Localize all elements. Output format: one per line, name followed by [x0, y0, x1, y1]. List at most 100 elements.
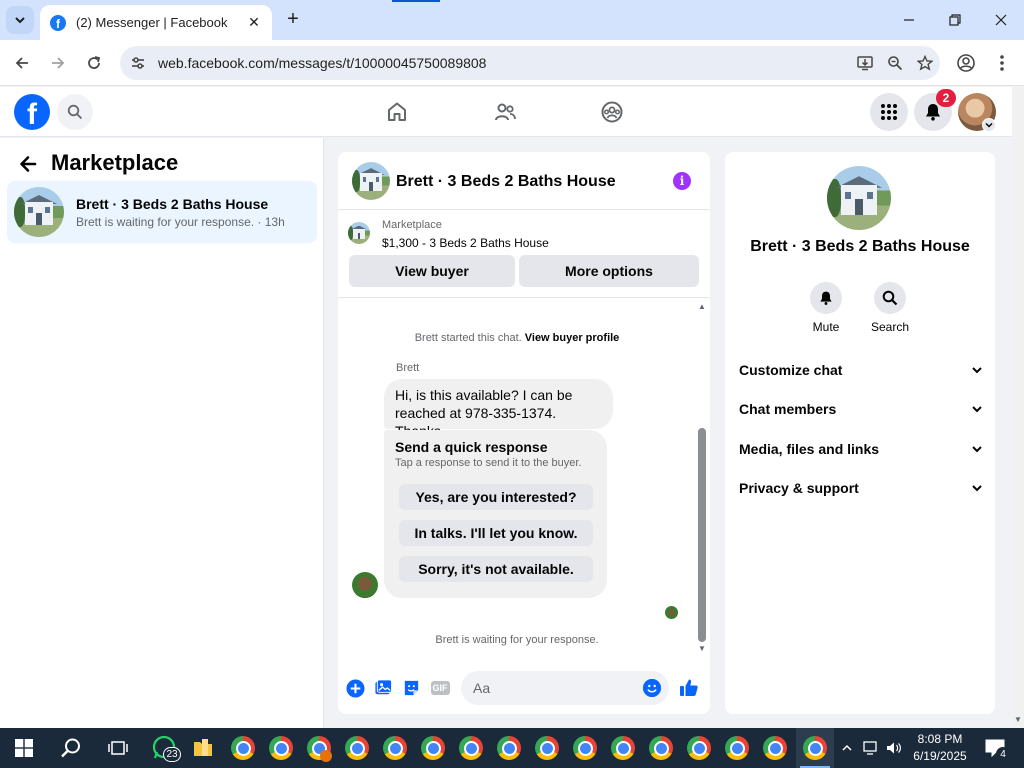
nav-friends-button[interactable]: [490, 97, 520, 127]
taskbar-chrome[interactable]: [490, 728, 528, 768]
quick-response-button[interactable]: In talks. I'll let you know.: [399, 520, 593, 546]
chat-scrollbar[interactable]: ▲ ▼: [696, 298, 708, 654]
quick-response-button[interactable]: Sorry, it's not available.: [399, 556, 593, 582]
nav-groups-button[interactable]: [597, 97, 627, 127]
url-text[interactable]: web.facebook.com/messages/t/100000457500…: [158, 55, 850, 71]
more-options-button[interactable]: More options: [519, 255, 699, 287]
new-tab-button[interactable]: +: [282, 8, 304, 30]
minimize-button[interactable]: [886, 0, 932, 40]
conversation-item[interactable]: Brett · 3 Beds 2 Baths House Brett is wa…: [7, 181, 317, 243]
taskbar-chrome[interactable]: [338, 728, 376, 768]
more-actions-button[interactable]: [345, 678, 365, 698]
network-button[interactable]: [862, 728, 880, 768]
listing-price-title[interactable]: $1,300 - 3 Beds 2 Baths House: [382, 236, 549, 250]
tab-title: (2) Messenger | Facebook: [76, 15, 228, 30]
message-input[interactable]: Aa: [461, 671, 669, 705]
message-thread: Brett started this chat. View buyer prof…: [338, 298, 710, 654]
nav-home-button[interactable]: [382, 97, 412, 127]
taskbar-chrome[interactable]: [300, 728, 338, 768]
attach-photo-button[interactable]: [373, 678, 393, 698]
scroll-thumb[interactable]: [698, 428, 706, 642]
listing-summary: Marketplace $1,300 - 3 Beds 2 Baths Hous…: [338, 210, 710, 298]
back-button[interactable]: [10, 51, 34, 75]
taskbar-search-button[interactable]: [52, 728, 90, 768]
taskbar-chrome[interactable]: [566, 728, 604, 768]
show-hidden-icons-button[interactable]: [838, 728, 856, 768]
sender-avatar[interactable]: [352, 572, 378, 598]
action-center-button[interactable]: 4: [982, 728, 1010, 768]
taskbar-chrome[interactable]: [680, 728, 718, 768]
home-icon: [388, 102, 406, 121]
browser-menu-button[interactable]: [987, 48, 1017, 78]
menu-grid-button[interactable]: [870, 93, 908, 131]
groups-icon: [601, 101, 623, 123]
sticker-button[interactable]: [401, 678, 421, 698]
privacy-support-section[interactable]: Privacy & support: [739, 476, 983, 500]
customize-chat-section[interactable]: Customize chat: [739, 358, 983, 382]
zoom-icon[interactable]: [880, 48, 910, 78]
taskbar-chrome[interactable]: [528, 728, 566, 768]
search-icon: [67, 104, 83, 120]
taskbar-whatsapp[interactable]: 23: [146, 728, 184, 768]
facebook-logo-icon[interactable]: f: [14, 94, 50, 130]
search-in-chat-button[interactable]: Search: [860, 282, 920, 334]
info-icon[interactable]: i: [673, 172, 691, 190]
chat-listing-thumbnail[interactable]: [352, 162, 390, 200]
address-bar[interactable]: web.facebook.com/messages/t/100000457500…: [120, 46, 940, 80]
tab-search-button[interactable]: [6, 6, 34, 34]
chat-started-notice: Brett started this chat. View buyer prof…: [338, 332, 696, 344]
chevron-down-icon: [972, 406, 982, 413]
clock-time: 8:08 PM: [917, 732, 963, 746]
emoji-icon[interactable]: [643, 679, 661, 697]
bookmark-star-icon[interactable]: [910, 48, 940, 78]
chat-members-section[interactable]: Chat members: [739, 397, 983, 421]
task-view-button[interactable]: [99, 728, 137, 768]
forward-button[interactable]: [46, 51, 70, 75]
scroll-up-arrow[interactable]: ▲: [696, 300, 708, 312]
taskbar-chrome[interactable]: [718, 728, 756, 768]
close-window-button[interactable]: [978, 0, 1024, 40]
reload-button[interactable]: [82, 51, 106, 75]
chrome-icon: [611, 736, 635, 760]
taskbar-chrome[interactable]: [756, 728, 794, 768]
taskbar-chrome[interactable]: [262, 728, 300, 768]
profile-button[interactable]: [951, 48, 981, 78]
grid-menu-icon: [881, 104, 897, 120]
taskbar-chrome[interactable]: [604, 728, 642, 768]
maximize-button[interactable]: [932, 0, 978, 40]
taskbar-chrome[interactable]: [452, 728, 490, 768]
account-menu-button[interactable]: [982, 118, 996, 132]
quick-response-title: Send a quick response: [395, 439, 548, 455]
taskbar-chrome[interactable]: [414, 728, 452, 768]
search-icon: [874, 282, 906, 314]
media-files-section[interactable]: Media, files and links: [739, 437, 983, 461]
taskbar-chrome[interactable]: [224, 728, 262, 768]
site-info-icon[interactable]: [130, 55, 146, 71]
taskbar-chrome-active[interactable]: [796, 728, 834, 768]
tab-close-icon[interactable]: ✕: [246, 14, 262, 31]
facebook-search-button[interactable]: [57, 94, 93, 130]
taskbar-chrome[interactable]: [642, 728, 680, 768]
view-buyer-button[interactable]: View buyer: [349, 255, 515, 287]
gif-button[interactable]: GIF: [429, 678, 451, 698]
send-like-button[interactable]: [679, 678, 699, 698]
chevron-down-icon: [972, 485, 982, 492]
start-button[interactable]: [5, 728, 43, 768]
taskbar-chrome[interactable]: [376, 728, 414, 768]
chat-title[interactable]: Brett · 3 Beds 2 Baths House: [396, 173, 616, 191]
volume-button[interactable]: [885, 728, 903, 768]
page-scroll-down-arrow[interactable]: ▼: [1012, 712, 1024, 726]
browser-tab[interactable]: f (2) Messenger | Facebook ✕: [40, 5, 272, 40]
listing-thumbnail: [14, 187, 64, 237]
scroll-down-arrow[interactable]: ▼: [696, 642, 708, 654]
page-scrollbar[interactable]: [1012, 87, 1024, 728]
back-arrow-button[interactable]: [16, 152, 40, 176]
info-listing-thumbnail[interactable]: [827, 166, 891, 230]
chevron-down-icon: [15, 17, 25, 24]
quick-response-button[interactable]: Yes, are you interested?: [399, 484, 593, 510]
view-buyer-profile-link[interactable]: View buyer profile: [525, 332, 620, 344]
taskbar-file-explorer[interactable]: [184, 728, 222, 768]
taskbar-clock[interactable]: 8:08 PM 6/19/2025: [905, 731, 975, 765]
install-app-icon[interactable]: [850, 48, 880, 78]
mute-button[interactable]: Mute: [796, 282, 856, 334]
